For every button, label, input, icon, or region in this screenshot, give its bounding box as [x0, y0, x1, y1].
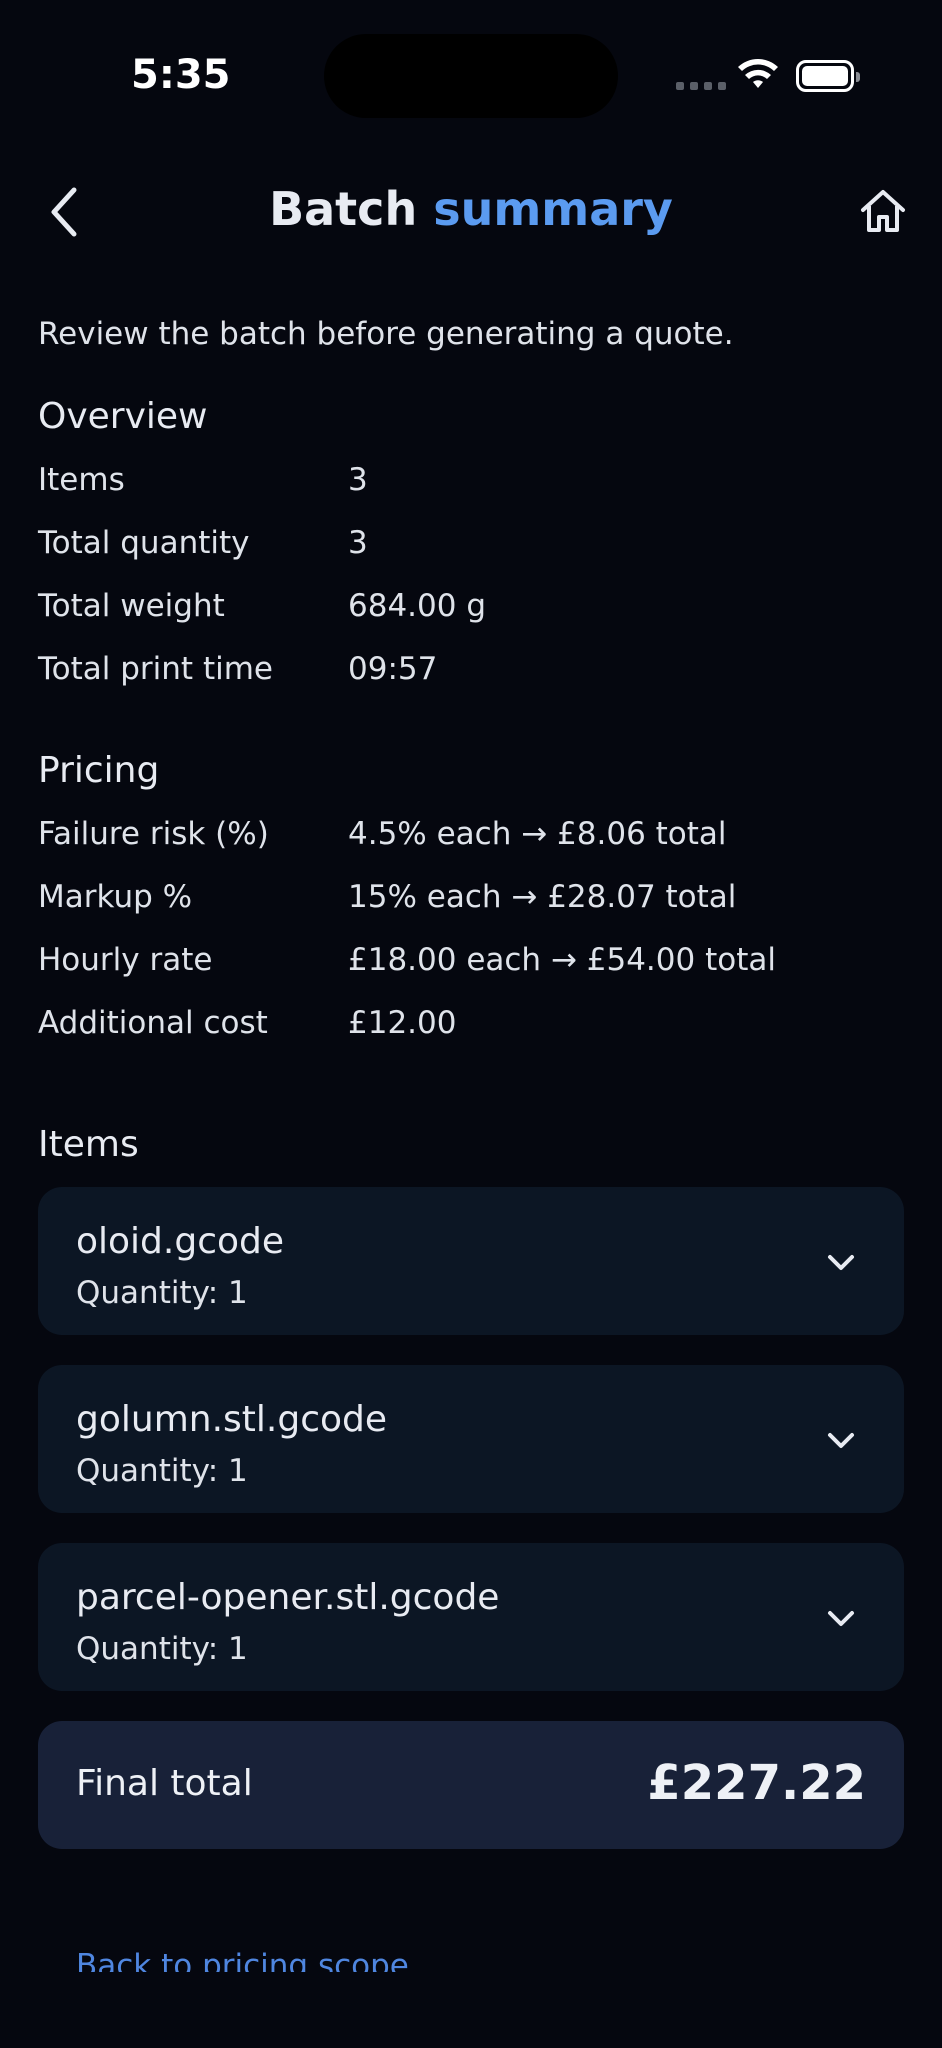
overview-title: Overview [38, 396, 208, 437]
final-total-label: Final total [76, 1763, 253, 1804]
home-icon[interactable] [858, 186, 908, 236]
page-title: Batch summary [0, 182, 942, 236]
row-label: Markup % [38, 879, 193, 915]
item-quantity: Quantity: 1 [76, 1275, 248, 1311]
back-to-pricing-scope-link[interactable]: Back to pricing scope [76, 1944, 409, 1972]
item-card-golumn[interactable]: golumn.stl.gcode Quantity: 1 [38, 1365, 904, 1513]
row-value: 15% each → £28.07 total [348, 879, 737, 915]
item-quantity: Quantity: 1 [76, 1631, 248, 1667]
item-card-parcel-opener[interactable]: parcel-opener.stl.gcode Quantity: 1 [38, 1543, 904, 1691]
row-value: £12.00 [348, 1005, 457, 1041]
pricing-row: Markup % 15% each → £28.07 total [38, 879, 736, 915]
chevron-down-icon[interactable] [824, 1601, 858, 1635]
pricing-title: Pricing [38, 750, 160, 791]
overview-row: Total weight 684.00 g [38, 588, 486, 624]
final-total-card: Final total £227.22 [38, 1721, 904, 1849]
row-label: Total quantity [38, 525, 250, 561]
overview-row: Total print time 09:57 [38, 651, 437, 687]
item-name: golumn.stl.gcode [76, 1399, 388, 1440]
battery-icon [796, 60, 860, 92]
row-value: 3 [348, 525, 368, 561]
row-label: Additional cost [38, 1005, 268, 1041]
row-label: Items [38, 462, 125, 498]
item-quantity: Quantity: 1 [76, 1453, 248, 1489]
row-value: 4.5% each → £8.06 total [348, 816, 727, 852]
row-value: £18.00 each → £54.00 total [348, 942, 776, 978]
overview-row: Items 3 [38, 462, 368, 498]
pricing-row: Additional cost £12.00 [38, 1005, 456, 1041]
row-value: 09:57 [348, 651, 438, 687]
wifi-icon [738, 59, 778, 88]
row-label: Total print time [38, 651, 273, 687]
item-name: parcel-opener.stl.gcode [76, 1577, 500, 1618]
items-title: Items [38, 1124, 139, 1165]
title-primary: Batch [269, 182, 418, 236]
row-label: Total weight [38, 588, 225, 624]
row-label: Failure risk (%) [38, 816, 269, 852]
pricing-row: Hourly rate £18.00 each → £54.00 total [38, 942, 776, 978]
pricing-row: Failure risk (%) 4.5% each → £8.06 total [38, 816, 727, 852]
intro-text: Review the batch before generating a quo… [38, 316, 734, 352]
chevron-down-icon[interactable] [824, 1423, 858, 1457]
item-card-oloid[interactable]: oloid.gcode Quantity: 1 [38, 1187, 904, 1335]
dynamic-island [324, 34, 618, 118]
row-label: Hourly rate [38, 942, 213, 978]
item-name: oloid.gcode [76, 1221, 285, 1262]
title-accent: summary [433, 182, 673, 236]
overview-row: Total quantity 3 [38, 525, 368, 561]
chevron-down-icon[interactable] [824, 1245, 858, 1279]
row-value: 3 [348, 462, 368, 498]
final-total-amount: £227.22 [647, 1755, 866, 1811]
row-value: 684.00 g [348, 588, 487, 624]
signal-icon [676, 82, 726, 90]
status-time: 5:35 [131, 52, 231, 98]
